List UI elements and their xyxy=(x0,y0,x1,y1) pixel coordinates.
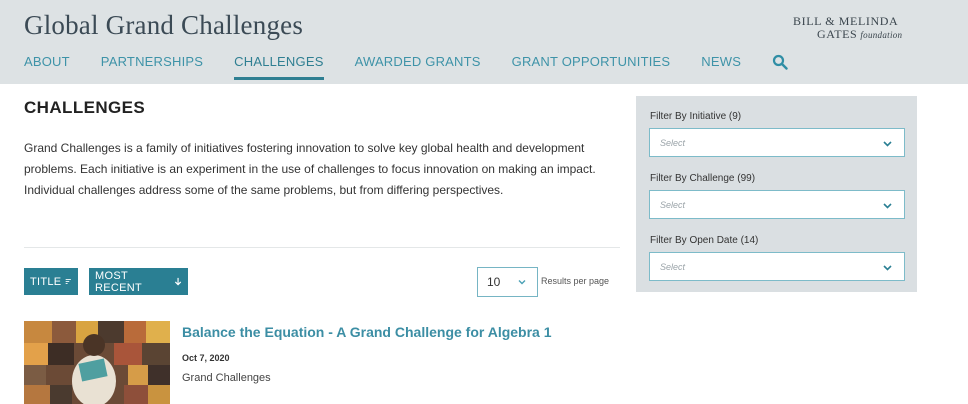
logo-line-1: BILL & MELINDA xyxy=(793,14,899,28)
site-header: Global Grand Challenges BILL & MELINDA G… xyxy=(0,0,968,84)
result-thumbnail-image xyxy=(24,321,170,404)
filter-challenge-select[interactable]: Select xyxy=(649,190,905,219)
sort-title-button[interactable]: TITLE xyxy=(24,268,78,295)
chevron-down-icon xyxy=(518,280,526,285)
filter-challenge-label: Filter By Challenge (99) xyxy=(650,173,756,184)
sort-alpha-icon xyxy=(66,279,72,284)
main-nav: ABOUT PARTNERSHIPS CHALLENGES AWARDED GR… xyxy=(24,52,788,82)
nav-about[interactable]: ABOUT xyxy=(24,52,70,80)
filter-panel: Filter By Initiative (9) Select Filter B… xyxy=(636,96,917,292)
filter-challenge-placeholder: Select xyxy=(660,200,686,210)
filter-open-date-label: Filter By Open Date (14) xyxy=(650,235,759,246)
results-per-page-label: Results per page xyxy=(541,276,610,286)
result-category: Grand Challenges xyxy=(182,372,271,384)
filter-open-date-select[interactable]: Select xyxy=(649,252,905,281)
filter-open-date-placeholder: Select xyxy=(660,262,686,272)
sort-most-recent-label: MOST RECENT xyxy=(95,269,143,294)
content-divider xyxy=(24,247,620,248)
nav-awarded-grants[interactable]: AWARDED GRANTS xyxy=(355,52,481,80)
result-date: Oct 7, 2020 xyxy=(182,353,230,363)
results-per-page-select[interactable]: 10 xyxy=(477,267,538,297)
foundation-logo[interactable]: BILL & MELINDA GATES foundation xyxy=(793,15,933,42)
result-title-link[interactable]: Balance the Equation - A Grand Challenge… xyxy=(182,324,552,340)
chevron-down-icon xyxy=(883,265,892,271)
nav-partnerships[interactable]: PARTNERSHIPS xyxy=(101,52,203,80)
sort-title-label: TITLE xyxy=(30,275,62,288)
result-thumbnail[interactable] xyxy=(24,321,170,404)
chevron-down-icon xyxy=(883,141,892,147)
intro-text: Grand Challenges is a family of initiati… xyxy=(24,141,596,197)
results-per-page-value: 10 xyxy=(487,275,501,289)
sort-most-recent-button[interactable]: MOST RECENT xyxy=(89,268,188,295)
arrow-down-icon xyxy=(174,277,182,286)
nav-news[interactable]: NEWS xyxy=(701,52,741,80)
filter-initiative-placeholder: Select xyxy=(660,138,686,148)
page-title: CHALLENGES xyxy=(24,98,146,117)
filter-initiative-label: Filter By Initiative (9) xyxy=(650,111,742,122)
chevron-down-icon xyxy=(883,203,892,209)
logo-gates: GATES xyxy=(817,27,858,41)
nav-challenges[interactable]: CHALLENGES xyxy=(234,52,324,80)
search-icon[interactable] xyxy=(772,54,788,70)
logo-foundation: foundation xyxy=(860,30,903,40)
filter-initiative-select[interactable]: Select xyxy=(649,128,905,157)
logo-line-2: GATES foundation xyxy=(793,28,933,42)
site-title[interactable]: Global Grand Challenges xyxy=(24,10,303,41)
nav-grant-opportunities[interactable]: GRANT OPPORTUNITIES xyxy=(512,52,671,80)
